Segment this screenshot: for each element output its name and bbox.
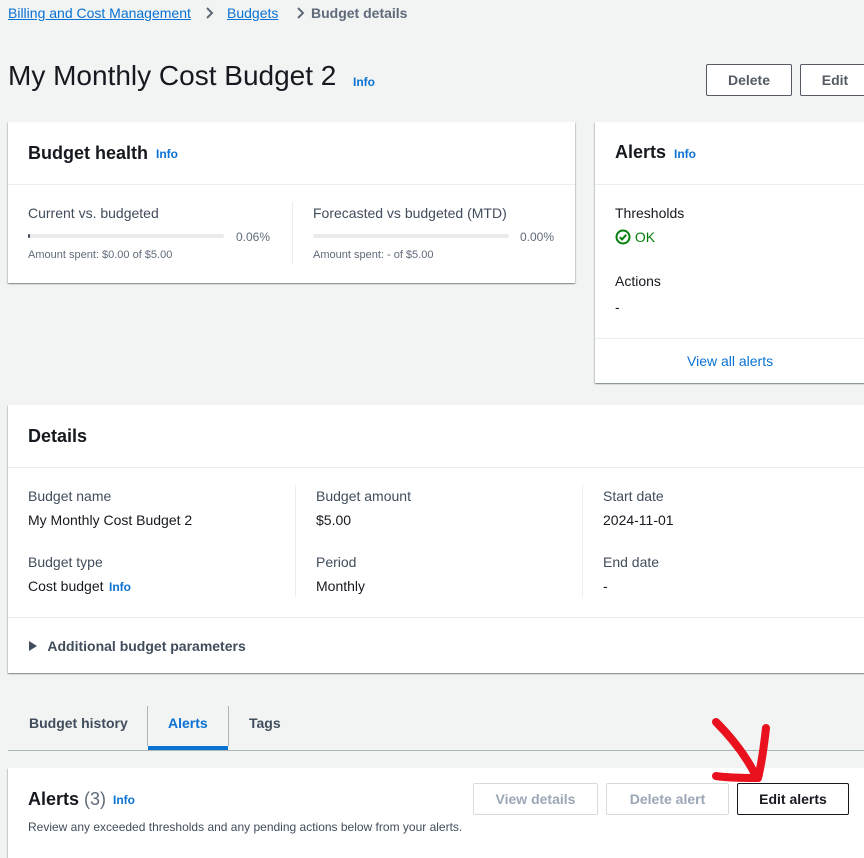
alerts-card-info-link[interactable]: Info (674, 147, 696, 161)
divider (595, 338, 864, 339)
divider (8, 617, 864, 618)
alerts-card-title: Alerts (615, 142, 667, 162)
budget-health-title: Budget health (28, 143, 148, 163)
breadcrumb-billing-link[interactable]: Billing and Cost Management (8, 5, 191, 21)
active-tab-indicator (148, 746, 228, 750)
end-date-value: - (603, 578, 608, 594)
thresholds-label: Thresholds (615, 205, 685, 221)
budget-amount-value: $5.00 (316, 512, 352, 528)
alerts-section-info-link[interactable]: Info (113, 793, 135, 807)
current-vs-budgeted-label: Current vs. budgeted (28, 205, 159, 221)
forecast-amount-caption: Amount spent: - of $5.00 (313, 249, 434, 261)
forecasted-vs-budgeted-label: Forecasted vs budgeted (MTD) (313, 205, 507, 221)
end-date-label: End date (603, 554, 660, 570)
budget-name-value: My Monthly Cost Budget 2 (28, 512, 193, 528)
start-date-label: Start date (603, 488, 664, 504)
alerts-count: (3) (84, 789, 107, 809)
page-title: My Monthly Cost Budget 2 (8, 60, 337, 91)
alerts-section-title-text: Alerts (28, 789, 80, 809)
delete-button[interactable]: Delete (706, 64, 792, 96)
actions-label: Actions (615, 273, 661, 289)
tab-budget-history[interactable]: Budget history (29, 715, 128, 731)
alerts-card: Alerts Info Thresholds OK Actions - View… (595, 122, 864, 383)
divider (292, 202, 293, 264)
divider (582, 485, 583, 597)
tab-tags[interactable]: Tags (249, 715, 281, 731)
edit-button[interactable]: Edit (800, 64, 864, 96)
start-date-value: 2024-11-01 (603, 512, 674, 528)
annotation-arrow-icon (712, 718, 770, 782)
budget-type-label: Budget type (28, 554, 103, 570)
details-header (8, 405, 864, 468)
forecast-progress-bar (313, 234, 509, 238)
details-title: Details (28, 426, 88, 446)
actions-value: - (615, 299, 620, 315)
chevron-right-icon (204, 4, 216, 25)
current-progress-bar (28, 234, 224, 238)
tab-alerts[interactable]: Alerts (168, 715, 208, 731)
chevron-right-icon (295, 4, 307, 25)
budget-health-card: Budget health Info Current vs. budgeted … (8, 122, 575, 283)
additional-parameters-toggle[interactable]: Additional budget parameters (28, 638, 246, 654)
breadcrumb-budgets-link[interactable]: Budgets (227, 5, 278, 21)
caret-right-icon (28, 638, 38, 654)
page-info-link[interactable]: Info (353, 75, 375, 89)
budget-name-label: Budget name (28, 488, 112, 504)
budget-type-value: Cost budget (28, 578, 104, 594)
divider (295, 485, 296, 597)
view-details-button[interactable]: View details (473, 783, 598, 815)
status-ok-icon (615, 229, 631, 248)
status-ok-label: OK (634, 229, 656, 245)
budget-type-info-link[interactable]: Info (109, 580, 131, 594)
budget-health-info-link[interactable]: Info (156, 147, 178, 161)
tab-separator (228, 706, 229, 746)
tab-separator (147, 706, 148, 746)
details-card: Details Budget name My Monthly Cost Budg… (8, 405, 864, 673)
current-percent: 0.06% (236, 230, 271, 244)
period-label: Period (316, 554, 357, 570)
additional-parameters-label: Additional budget parameters (47, 638, 246, 654)
thresholds-status: OK (615, 229, 655, 248)
current-amount-caption: Amount spent: $0.00 of $5.00 (28, 249, 173, 261)
alerts-section-description: Review any exceeded thresholds and any p… (28, 820, 463, 834)
period-value: Monthly (316, 578, 366, 594)
breadcrumb-current: Budget details (311, 5, 408, 21)
forecast-percent: 0.00% (520, 230, 555, 244)
alerts-section-title: Alerts (3) (28, 789, 106, 810)
budget-amount-label: Budget amount (316, 488, 411, 504)
view-all-alerts-link[interactable]: View all alerts (687, 353, 773, 369)
